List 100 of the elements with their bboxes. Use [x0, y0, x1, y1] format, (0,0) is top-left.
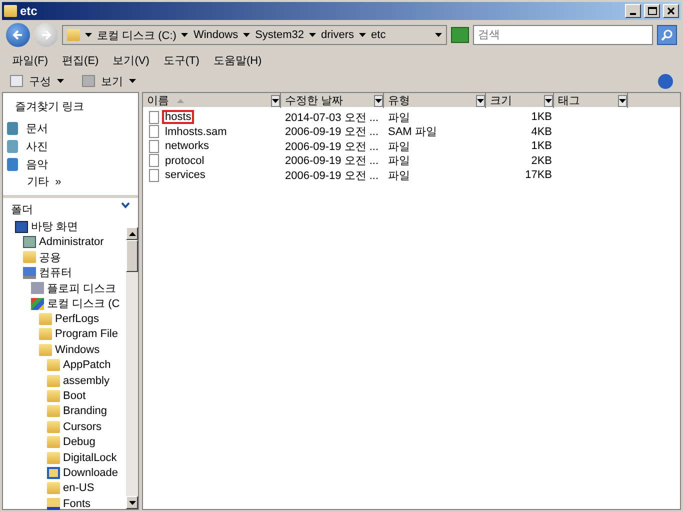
tree-item[interactable]: Administrator	[23, 234, 126, 250]
breadcrumb[interactable]: System32	[255, 29, 304, 41]
tree-item[interactable]: 공용	[23, 250, 126, 266]
menu-item[interactable]: 파일(F)	[12, 52, 48, 68]
computer-icon	[23, 266, 36, 279]
tree-item[interactable]: Program File	[39, 326, 126, 342]
table-cell-text: 1KB	[530, 139, 553, 154]
close-button[interactable]	[663, 4, 679, 18]
file-icon	[149, 154, 159, 168]
favorite-link[interactable]: 사진	[7, 138, 134, 154]
breadcrumb[interactable]: etc	[371, 29, 386, 41]
search-icon	[661, 29, 673, 41]
caret-icon	[619, 98, 626, 102]
tree-item[interactable]: 바탕 화면	[15, 219, 126, 234]
table-cell-text: SAM 파일	[387, 125, 438, 139]
tree-item[interactable]: Windows	[39, 342, 126, 358]
breadcrumb[interactable]: Windows	[193, 29, 238, 41]
tree-item[interactable]: AppPatch	[47, 358, 126, 373]
table-cell-text: 1KB	[530, 110, 553, 124]
caret-icon	[545, 98, 552, 102]
table-cell-text: 파일	[387, 168, 411, 182]
caret-icon[interactable]	[57, 79, 64, 83]
column-header[interactable]: 수정한 날짜	[281, 93, 384, 108]
file-name[interactable]: lmhosts.sam	[162, 124, 230, 139]
scrollbar[interactable]	[126, 227, 138, 509]
grid-icon	[82, 75, 95, 87]
down-arrow-icon	[128, 500, 136, 504]
floppy-icon	[31, 282, 44, 294]
tree-item[interactable]: Downloade	[47, 465, 126, 481]
tree-item[interactable]: 로컬 디스크 (C	[31, 296, 126, 312]
more-link[interactable]: 기타 »	[7, 174, 62, 189]
views-button[interactable]: 보기	[82, 74, 136, 88]
minimize-button[interactable]	[625, 4, 641, 18]
arrow-right-icon	[40, 29, 52, 41]
scroll-thumb[interactable]	[126, 240, 138, 272]
dropdown-icon[interactable]	[476, 94, 485, 106]
file-name[interactable]: protocol	[162, 154, 208, 168]
breadcrumb[interactable]: 로컬 디스크 (C:)	[97, 28, 176, 42]
tree-item[interactable]: en-US	[47, 480, 126, 496]
tree-item[interactable]: Cursors	[47, 419, 126, 434]
column-header[interactable]: 태그	[554, 93, 628, 108]
window-title: etc	[20, 4, 38, 18]
tree-item[interactable]: PerfLogs	[39, 311, 126, 327]
table-cell-text: 파일	[387, 140, 411, 154]
tree-item[interactable]: 컴퓨터	[23, 265, 126, 281]
menu-item[interactable]: 보기(V)	[112, 52, 150, 68]
tree-item[interactable]: DigitalLock	[47, 450, 126, 466]
table-cell-text: 파일	[387, 110, 411, 124]
caret-icon[interactable]	[243, 33, 250, 37]
dropdown-icon[interactable]	[271, 94, 280, 106]
table-cell-text: 2KB	[530, 154, 553, 168]
file-name[interactable]: services	[162, 168, 208, 182]
maximize-icon	[648, 7, 656, 15]
maximize-button[interactable]	[644, 4, 660, 18]
file-name[interactable]: hosts	[162, 110, 194, 124]
search-field[interactable]: 검색	[473, 25, 653, 45]
arrow-left-icon	[12, 29, 24, 41]
favorite-link[interactable]: 음악	[7, 156, 134, 172]
menu-item[interactable]: 편집(E)	[62, 52, 99, 68]
caret-icon[interactable]	[85, 33, 92, 37]
drive-icon	[31, 298, 44, 310]
menu-item[interactable]: 도움말(H)	[213, 52, 262, 68]
up-arrow-icon	[128, 232, 136, 236]
caret-icon	[272, 98, 279, 102]
table-cell-text: 2006-09-19 오전 ...	[284, 140, 380, 154]
tree-item[interactable]: Boot	[47, 388, 126, 404]
column-header[interactable]: 유형	[384, 93, 486, 108]
file-icon	[149, 168, 159, 182]
tree-item[interactable]: 플로피 디스크	[31, 280, 126, 296]
tree-item[interactable]: Fonts	[47, 496, 126, 512]
breadcrumb[interactable]: drivers	[321, 29, 354, 41]
caret-icon[interactable]	[181, 33, 188, 37]
table-cell-text: 2014-07-03 오전 ...	[284, 110, 380, 124]
caret-icon[interactable]	[359, 33, 366, 37]
tree-item[interactable]: Branding	[47, 404, 126, 420]
column-header[interactable]: 크기	[486, 93, 554, 108]
search-button[interactable]	[657, 25, 677, 45]
scroll-down-button[interactable]	[126, 496, 138, 509]
caret-icon[interactable]	[129, 79, 136, 83]
dropdown-icon[interactable]	[618, 94, 627, 106]
column-header[interactable]: 이름	[143, 93, 281, 108]
dropdown-icon[interactable]	[374, 94, 383, 106]
table-cell-text: 17KB	[524, 168, 553, 182]
tree-item[interactable]: assembly	[47, 372, 126, 388]
menu-item[interactable]: 도구(T)	[163, 52, 200, 68]
address-bar[interactable]: 로컬 디스크 (C:) Windows System32 drivers etc	[62, 25, 447, 45]
table-cell-text: 파일	[387, 154, 411, 168]
tree-item[interactable]: Debug	[47, 434, 126, 450]
help-icon[interactable]	[658, 74, 673, 88]
dropdown-icon[interactable]	[435, 33, 442, 37]
file-name[interactable]: networks	[162, 139, 212, 154]
close-icon	[667, 7, 675, 15]
organize-button[interactable]: 구성	[10, 74, 64, 88]
sort-up-icon	[177, 98, 184, 102]
back-button[interactable]	[6, 23, 30, 47]
scroll-up-button[interactable]	[126, 227, 138, 240]
dropdown-icon[interactable]	[544, 94, 553, 106]
chevron-icon[interactable]	[121, 202, 130, 209]
favorite-link[interactable]: 문서	[7, 120, 134, 136]
caret-icon[interactable]	[309, 33, 316, 37]
